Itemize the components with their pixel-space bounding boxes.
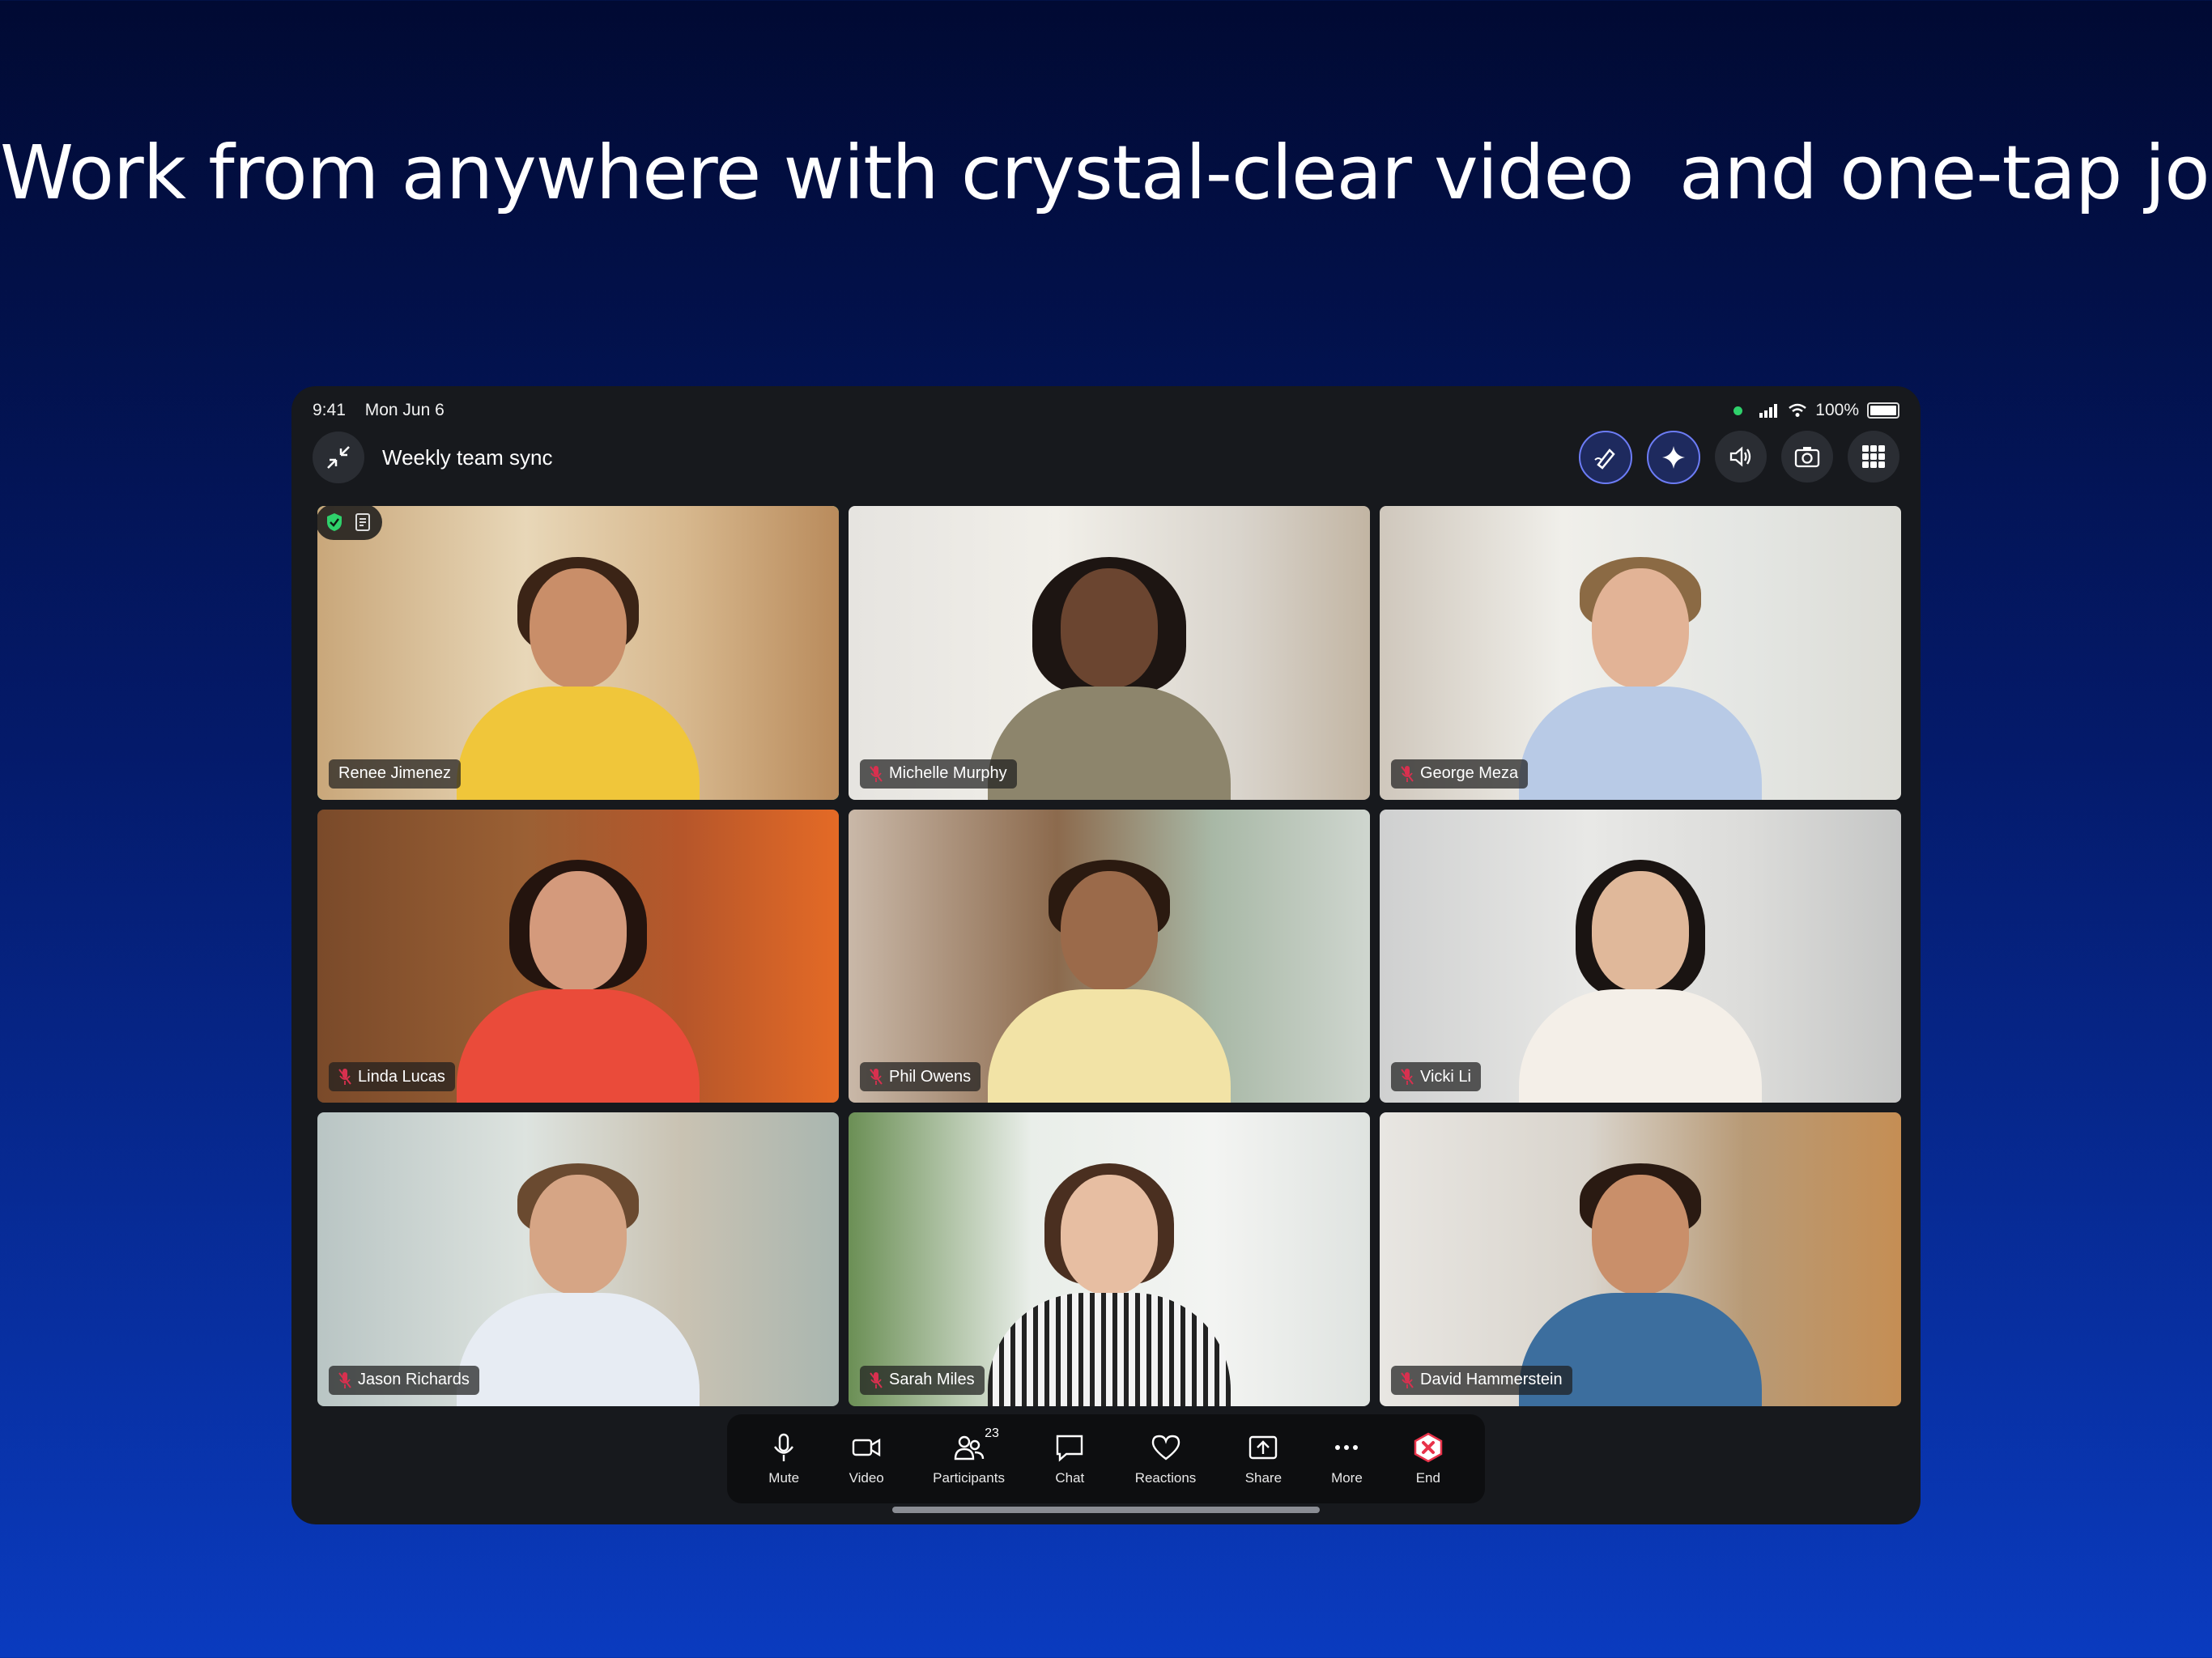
switch-camera-button[interactable]: [1781, 431, 1833, 483]
meeting-control-bar: Mute Video 23 Participants Chat Reaction…: [727, 1414, 1485, 1503]
participants-count: 23: [985, 1426, 999, 1440]
mic-muted-icon: [338, 1069, 351, 1086]
participant-video-figure: [457, 556, 700, 800]
mic-muted-icon: [338, 1371, 351, 1388]
participant-tile-david-hammerstein[interactable]: David Hammerstein: [1380, 1112, 1901, 1406]
participant-tile-michelle-murphy[interactable]: Michelle Murphy: [849, 506, 1370, 800]
camera-switch-icon: [1794, 447, 1820, 468]
end-call-button[interactable]: End: [1412, 1431, 1444, 1486]
tablet-frame: 9:41 Mon Jun 6 100% Weekly team sync Ren…: [291, 386, 1921, 1524]
participant-video-figure: [988, 1163, 1231, 1406]
participant-video-figure: [1519, 556, 1762, 800]
video-grid: Renee Jimenez Michelle Murphy George Mez…: [317, 506, 1901, 1406]
end-call-icon: [1414, 1432, 1443, 1463]
participant-video-figure: [457, 1163, 700, 1406]
participant-name: David Hammerstein: [1420, 1371, 1563, 1389]
status-bar: 9:41 Mon Jun 6 100%: [313, 394, 1899, 427]
reactions-label: Reactions: [1134, 1470, 1197, 1486]
participant-tile-phil-owens[interactable]: Phil Owens: [849, 809, 1370, 1103]
participant-name: Vicki Li: [1420, 1067, 1471, 1086]
home-indicator[interactable]: [892, 1507, 1320, 1513]
people-icon: [954, 1435, 984, 1460]
participant-name-tag: Michelle Murphy: [860, 759, 1017, 789]
mute-button[interactable]: Mute: [768, 1431, 800, 1486]
grid-view-button[interactable]: [1848, 431, 1899, 483]
mic-muted-icon: [1401, 1371, 1414, 1388]
video-label: Video: [849, 1470, 884, 1486]
heart-icon: [1151, 1435, 1180, 1460]
grid-view-icon: [1862, 445, 1885, 468]
video-camera-icon: [852, 1438, 881, 1457]
participant-tile-renee-jimenez[interactable]: Renee Jimenez: [317, 506, 839, 800]
share-label: Share: [1244, 1470, 1283, 1486]
participant-name: Jason Richards: [358, 1371, 470, 1389]
transcript-icon: [355, 513, 370, 531]
mic-muted-icon: [1401, 765, 1414, 782]
chat-label: Chat: [1055, 1470, 1085, 1486]
end-label: End: [1415, 1470, 1440, 1486]
wifi-icon: [1789, 403, 1807, 417]
participant-tile-vicki-li[interactable]: Vicki Li: [1380, 809, 1901, 1103]
camera-in-use-indicator: [1733, 406, 1743, 415]
participant-tile-jason-richards[interactable]: Jason Richards: [317, 1112, 839, 1406]
participant-name-tag: David Hammerstein: [1391, 1365, 1572, 1395]
mic-muted-icon: [870, 1069, 883, 1086]
participant-name: Phil Owens: [889, 1067, 972, 1086]
marketing-headline: Work from anywhere with crystal-clear vi…: [0, 130, 2212, 216]
speaker-icon: [1729, 446, 1751, 467]
ai-assistant-button[interactable]: [1647, 431, 1700, 484]
shield-check-icon: [327, 513, 342, 531]
cellular-signal-icon: [1759, 404, 1778, 418]
mic-muted-icon: [870, 765, 883, 782]
participant-tile-sarah-miles[interactable]: Sarah Miles: [849, 1112, 1370, 1406]
microphone-icon: [774, 1433, 794, 1461]
chat-button[interactable]: Chat: [1053, 1431, 1086, 1486]
mute-label: Mute: [768, 1470, 800, 1486]
participant-video-figure: [457, 860, 700, 1103]
participant-name-tag: Linda Lucas: [329, 1062, 455, 1092]
meeting-top-bar: Weekly team sync: [313, 425, 1899, 490]
participant-name-tag: George Meza: [1391, 759, 1529, 789]
collapse-arrows-icon: [327, 446, 350, 469]
battery-icon: [1867, 402, 1899, 419]
battery-percent: 100%: [1815, 401, 1859, 419]
ai-assistant-icon: [1662, 446, 1685, 469]
status-time: 9:41: [313, 401, 346, 419]
participant-video-figure: [1519, 860, 1762, 1103]
mic-muted-icon: [870, 1371, 883, 1388]
participant-name: Sarah Miles: [889, 1371, 975, 1389]
annotate-icon: [1594, 449, 1615, 470]
share-button[interactable]: Share: [1245, 1431, 1282, 1486]
minimize-button[interactable]: [313, 432, 364, 483]
tile-badges: [317, 506, 382, 540]
mic-muted-icon: [1401, 1069, 1414, 1086]
more-label: More: [1331, 1470, 1363, 1486]
participant-video-figure: [988, 860, 1231, 1103]
meeting-title: Weekly team sync: [382, 444, 553, 470]
annotate-button[interactable]: [1579, 431, 1632, 484]
participant-tile-george-meza[interactable]: George Meza: [1380, 506, 1901, 800]
participants-button[interactable]: 23 Participants: [933, 1426, 1005, 1486]
chat-bubble-icon: [1057, 1435, 1083, 1462]
participant-name-tag: Sarah Miles: [860, 1365, 985, 1395]
participant-name: Renee Jimenez: [338, 764, 451, 783]
share-screen-icon: [1249, 1435, 1278, 1460]
participant-name-tag: Phil Owens: [860, 1062, 981, 1092]
participant-tile-linda-lucas[interactable]: Linda Lucas: [317, 809, 839, 1103]
participant-video-figure: [988, 556, 1231, 800]
speaker-button[interactable]: [1715, 431, 1767, 483]
reactions-button[interactable]: Reactions: [1134, 1431, 1197, 1486]
status-date: Mon Jun 6: [364, 401, 445, 419]
more-button[interactable]: More: [1330, 1431, 1363, 1486]
video-button[interactable]: Video: [849, 1431, 884, 1486]
participants-label: Participants: [933, 1470, 1005, 1486]
participant-name: Linda Lucas: [358, 1067, 445, 1086]
participant-name-tag: Renee Jimenez: [329, 759, 461, 789]
participant-name: George Meza: [1420, 764, 1519, 783]
participant-name: Michelle Murphy: [889, 764, 1007, 783]
participant-name-tag: Vicki Li: [1391, 1062, 1481, 1092]
participant-name-tag: Jason Richards: [329, 1365, 479, 1395]
more-dots-icon: [1335, 1445, 1359, 1450]
